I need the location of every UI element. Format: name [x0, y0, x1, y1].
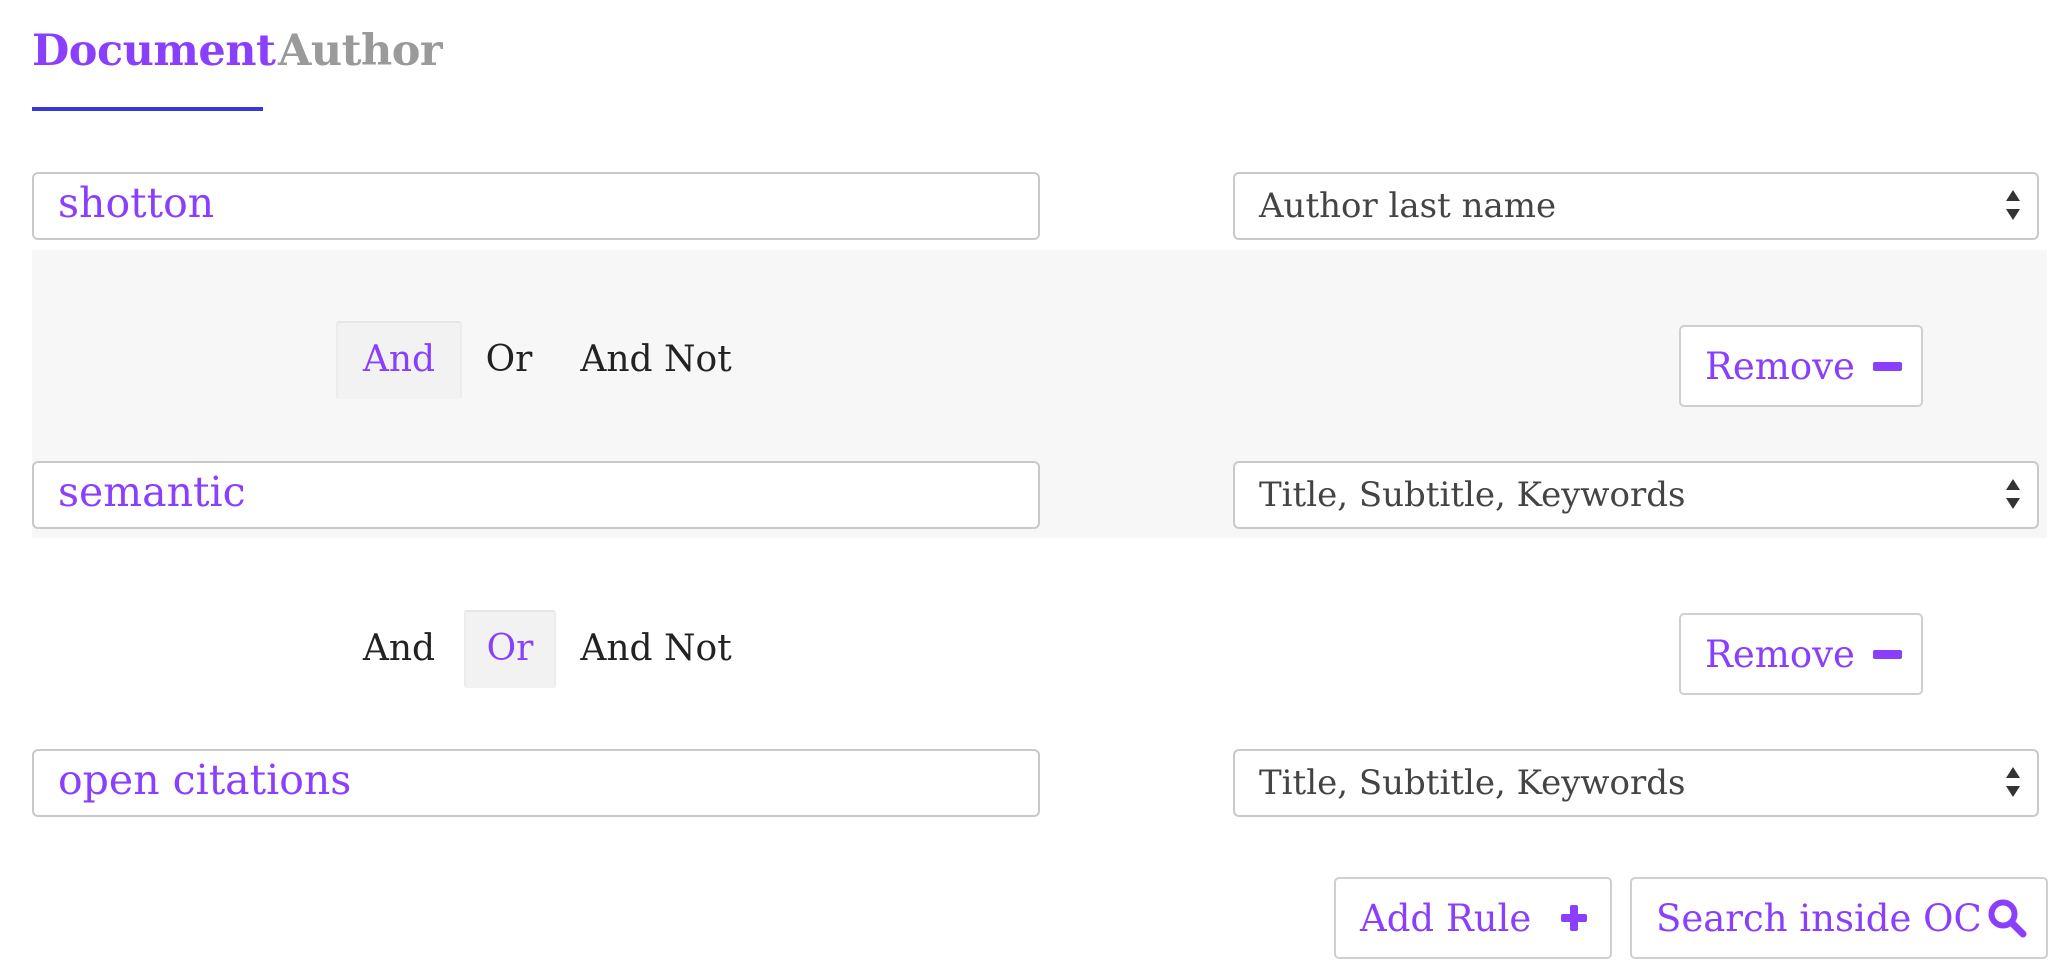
active-tab-indicator — [32, 107, 263, 111]
query-input-1-value: shotton — [58, 179, 215, 227]
add-rule-label: Add Rule — [1360, 896, 1532, 940]
query-input-2-value: semantic — [58, 468, 246, 516]
remove-rule-label-2: Remove — [1705, 344, 1855, 388]
minus-icon — [1872, 361, 1902, 371]
tab-author[interactable]: Author — [278, 26, 443, 76]
field-select-1-value: Author last name — [1259, 186, 1557, 226]
search-inside-oc-label: Search inside OC — [1656, 896, 1982, 940]
chevron-up-down-icon — [2005, 477, 2023, 513]
operator-and-2[interactable]: And — [336, 321, 462, 399]
plus-icon — [1561, 905, 1588, 931]
query-input-2[interactable]: semantic — [32, 461, 1040, 529]
operator-group-2: And Or And Not — [336, 321, 756, 399]
field-select-2[interactable]: Title, Subtitle, Keywords — [1233, 461, 2039, 529]
query-input-3-value: open citations — [58, 756, 352, 804]
minus-icon — [1872, 649, 1902, 659]
field-select-3[interactable]: Title, Subtitle, Keywords — [1233, 749, 2039, 817]
field-select-1[interactable]: Author last name — [1233, 172, 2039, 240]
field-select-2-value: Title, Subtitle, Keywords — [1259, 475, 1686, 515]
remove-rule-button-3[interactable]: Remove — [1679, 613, 1923, 695]
operator-and-not-3[interactable]: And Not — [570, 610, 742, 688]
chevron-up-down-icon — [2005, 188, 2023, 224]
operator-or-3[interactable]: Or — [464, 610, 556, 688]
operator-and-not-2[interactable]: And Not — [570, 321, 742, 399]
search-inside-oc-button[interactable]: Search inside OC — [1630, 877, 2048, 959]
operator-and-3[interactable]: And — [336, 610, 462, 688]
remove-rule-label-3: Remove — [1705, 632, 1855, 676]
tab-document[interactable]: Document — [32, 26, 276, 76]
search-icon — [1988, 899, 2027, 938]
query-input-3[interactable]: open citations — [32, 749, 1040, 817]
add-rule-button[interactable]: Add Rule — [1334, 877, 1612, 959]
operator-group-3: And Or And Not — [336, 610, 756, 688]
operator-or-2[interactable]: Or — [462, 321, 556, 399]
remove-rule-button-2[interactable]: Remove — [1679, 325, 1923, 407]
query-input-1[interactable]: shotton — [32, 172, 1040, 240]
chevron-up-down-icon — [2005, 765, 2023, 801]
tab-bar: Document Author — [32, 18, 932, 114]
field-select-3-value: Title, Subtitle, Keywords — [1259, 763, 1686, 803]
